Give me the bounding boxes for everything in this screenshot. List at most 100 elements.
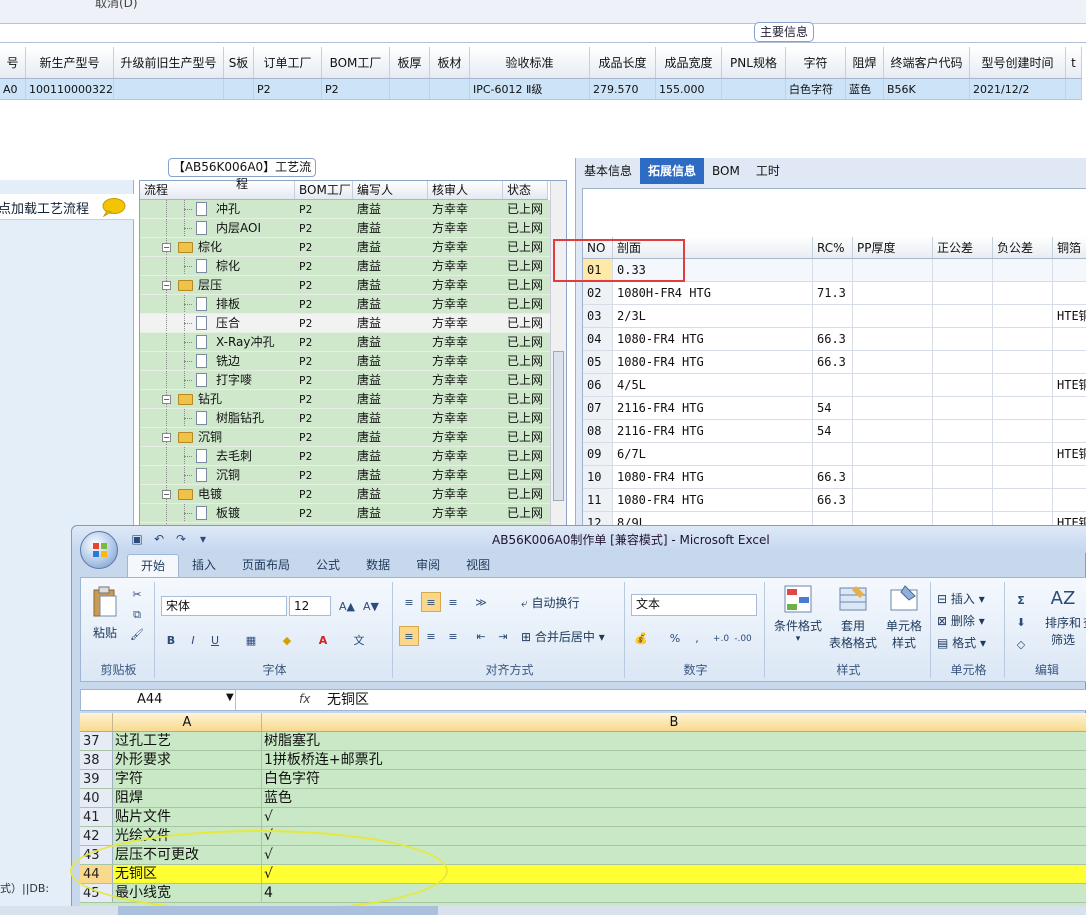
paste-button[interactable]: 粘贴 [85,624,125,641]
stackup-cell[interactable] [1053,351,1086,373]
stackup-cell[interactable]: 06 [583,374,613,396]
stackup-cell[interactable]: 71.3 [813,282,853,304]
phonetic-icon[interactable]: 文 [349,630,369,650]
merge-center-button[interactable]: ⊞ 合并后居中 ▾ [521,628,621,645]
process-tree-row[interactable]: − 电镀 P2 唐益 方幸幸 已上网 [140,485,550,504]
ribbon-tab[interactable]: 开始 [127,554,180,577]
collapse-toggle-icon[interactable]: − [162,433,171,442]
stackup-cell[interactable]: 02 [583,282,613,304]
cell-b[interactable]: √ [262,808,1086,826]
process-tree-node[interactable]: 去毛刺 [140,447,295,465]
process-tree-row[interactable]: − 沉铜 P2 唐益 方幸幸 已上网 [140,428,550,447]
fill-color-icon[interactable]: ◆ [277,630,297,650]
italic-icon[interactable]: I [183,630,203,650]
collapse-toggle-icon[interactable]: − [162,395,171,404]
main-grid-cell[interactable]: P2 [322,79,390,99]
font-name-select[interactable]: 宋体 [161,596,287,616]
process-tree-node[interactable]: X-Ray冲孔 [140,333,295,351]
save-icon[interactable]: ▣ [128,530,146,548]
cell-b[interactable]: 白色字符 [262,770,1086,788]
shrink-font-icon[interactable]: A▼ [361,596,381,616]
stackup-cell[interactable] [853,489,933,511]
format-painter-icon[interactable]: 🖌 [127,624,147,644]
increase-indent-icon[interactable]: ⇥ [493,626,513,646]
main-grid-cell[interactable]: 279.570 [590,79,656,99]
main-grid-cell[interactable]: 蓝色 [846,79,884,99]
stackup-cell[interactable] [853,328,933,350]
stackup-row[interactable]: 10 1080-FR4 HTG 66.3 [583,466,1086,489]
process-tree-row[interactable]: 压合 P2 唐益 方幸幸 已上网 [140,314,550,333]
cell-a[interactable]: 阻焊 [113,789,262,807]
stackup-cell[interactable] [1053,420,1086,442]
main-grid-cell[interactable] [224,79,254,99]
process-tree-row[interactable]: 树脂钻孔 P2 唐益 方幸幸 已上网 [140,409,550,428]
stackup-cell[interactable] [933,374,993,396]
detail-tab[interactable]: 拓展信息 [640,158,705,184]
stackup-cell[interactable] [933,305,993,327]
stackup-cell[interactable]: HTE铜 [1053,374,1086,396]
taskbar-item[interactable] [118,906,438,915]
stackup-cell[interactable] [1053,466,1086,488]
stackup-row[interactable]: 04 1080-FR4 HTG 66.3 [583,328,1086,351]
main-grid-cell[interactable]: 155.000 [656,79,722,99]
process-tree-node[interactable]: 打字嘜 [140,371,295,389]
fx-icon[interactable]: fx [299,692,310,706]
process-tree-node[interactable]: 树脂钻孔 [140,409,295,427]
main-grid-column-header[interactable]: 成品宽度 [656,47,722,78]
office-button[interactable] [80,531,118,569]
decrease-decimal-icon[interactable]: -.00 [733,628,753,648]
row-header[interactable]: 41 [80,808,113,826]
stackup-cell[interactable] [993,328,1053,350]
decrease-indent-icon[interactable]: ⇤ [471,626,491,646]
main-grid-column-header[interactable]: S板 [224,47,254,78]
stackup-cell[interactable] [993,420,1053,442]
comma-icon[interactable]: , [687,628,707,648]
stackup-cell[interactable] [993,466,1053,488]
align-middle-icon[interactable]: ≡ [421,592,441,612]
row-header[interactable]: 37 [80,732,113,750]
detail-tab[interactable]: 工时 [748,158,788,184]
font-size-select[interactable]: 12 [289,596,331,616]
main-grid-column-header[interactable]: 订单工厂 [254,47,322,78]
stackup-cell[interactable] [933,420,993,442]
main-grid-cell[interactable] [114,79,224,99]
stackup-cell[interactable] [933,466,993,488]
stackup-cell[interactable]: 11 [583,489,613,511]
main-grid-column-header[interactable]: 验收标准 [470,47,590,78]
main-grid-cell[interactable]: A0 [0,79,26,99]
cell-b[interactable]: 蓝色 [262,789,1086,807]
process-tree-row[interactable]: 冲孔 P2 唐益 方幸幸 已上网 [140,200,550,219]
stackup-row[interactable]: 08 2116-FR4 HTG 54 [583,420,1086,443]
stackup-cell[interactable] [813,259,853,281]
fill-icon[interactable]: ⬇ [1011,612,1031,632]
process-tree-row[interactable]: − 棕化 P2 唐益 方幸幸 已上网 [140,238,550,257]
stackup-cell[interactable] [933,328,993,350]
stackup-cell[interactable] [813,443,853,465]
main-grid-column-header[interactable]: BOM工厂 [322,47,390,78]
currency-icon[interactable]: 💰 [631,628,651,648]
stackup-cell[interactable] [993,351,1053,373]
cell-a[interactable]: 外形要求 [113,751,262,769]
stackup-cell[interactable] [1053,397,1086,419]
process-column-header[interactable]: 状态 [503,181,548,199]
process-tree-node[interactable]: 压合 [140,314,295,332]
cell-a[interactable]: 过孔工艺 [113,732,262,750]
main-grid-cell[interactable]: P2 [254,79,322,99]
align-top-icon[interactable]: ≡ [399,592,419,612]
detail-tab[interactable]: BOM [704,158,748,184]
column-header-b[interactable]: B [262,713,1086,731]
stackup-row[interactable]: 02 1080H-FR4 HTG 71.3 [583,282,1086,305]
stackup-cell[interactable]: 66.3 [813,351,853,373]
select-all-corner[interactable] [80,713,113,731]
stackup-column-header[interactable]: 铜箔 [1053,237,1086,258]
ribbon-tab[interactable]: 数据 [353,554,403,577]
delete-button[interactable]: ⊠ 删除 ▾ [937,612,1001,629]
process-tree-row[interactable]: 沉铜 P2 唐益 方幸幸 已上网 [140,466,550,485]
align-center-icon[interactable]: ≡ [421,626,441,646]
stackup-cell[interactable]: 6/7L [613,443,813,465]
insert-button[interactable]: ⊟ 插入 ▾ [937,590,1001,607]
stackup-cell[interactable]: HTE铜 [1053,443,1086,465]
stackup-cell[interactable] [853,420,933,442]
stackup-cell[interactable]: 08 [583,420,613,442]
stackup-row[interactable]: 096/7L HTE铜 [583,443,1086,466]
